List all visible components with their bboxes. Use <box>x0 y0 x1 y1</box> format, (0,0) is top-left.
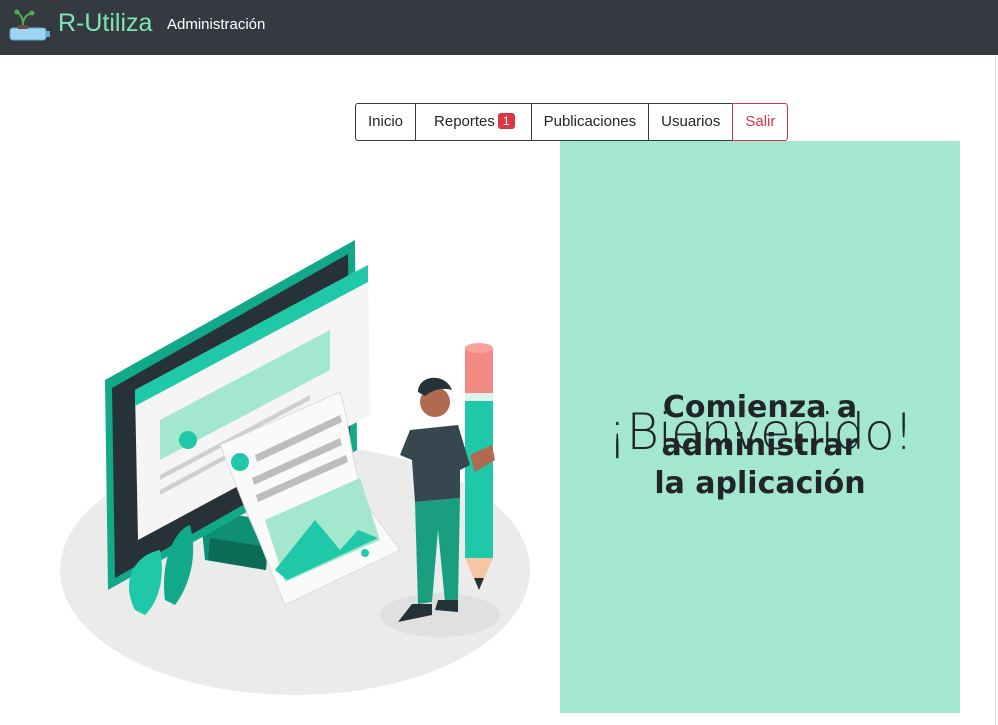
nav-reportes-label: Reportes <box>434 113 495 130</box>
top-navbar: R-Utiliza Administración <box>0 0 998 55</box>
brand-name[interactable]: R-Utiliza <box>58 9 152 38</box>
welcome-subtitle-line1: Comienza a administrar <box>661 390 859 463</box>
nav-publicaciones-button[interactable]: Publicaciones <box>530 103 650 141</box>
welcome-subtitle-line2: la aplicación <box>654 466 866 501</box>
nav-usuarios-label: Usuarios <box>661 113 721 130</box>
welcome-subtitle: Comienza a administrar la aplicación <box>560 389 960 503</box>
nav-salir-label: Salir <box>745 113 776 130</box>
nav-inicio-button[interactable]: Inicio <box>355 103 417 141</box>
section-label: Administración <box>167 16 266 33</box>
nav-inicio-label: Inicio <box>368 113 404 130</box>
main-nav-group: Inicio Reportes 1 Publicaciones Usuarios … <box>355 103 789 141</box>
admin-illustration <box>60 240 530 695</box>
reportes-count-badge: 1 <box>497 113 515 129</box>
welcome-panel: ¡Bienvenido! Comienza a administrar la a… <box>560 141 960 713</box>
nav-usuarios-button[interactable]: Usuarios <box>648 103 734 141</box>
nav-reportes-button[interactable]: Reportes 1 <box>415 103 532 141</box>
nav-salir-button[interactable]: Salir <box>732 103 789 141</box>
logo-icon[interactable] <box>8 8 50 42</box>
nav-publicaciones-label: Publicaciones <box>543 113 637 130</box>
